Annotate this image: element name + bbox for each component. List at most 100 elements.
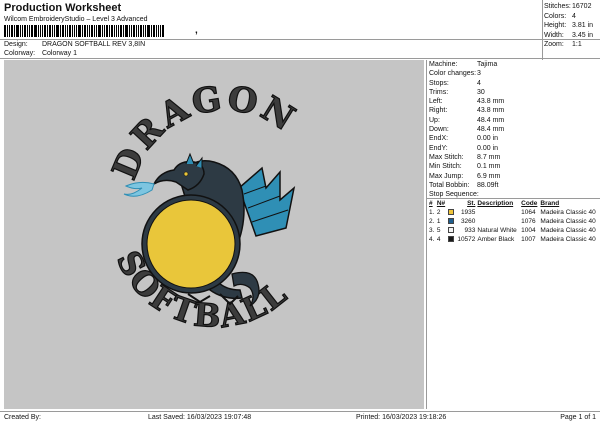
machine-label: Left: bbox=[429, 98, 443, 106]
thread-code: 1004 bbox=[521, 227, 536, 235]
needle-number: 2 bbox=[436, 209, 441, 217]
thread-brand: Madeira Classic 40 bbox=[540, 227, 596, 235]
thread-description bbox=[476, 217, 520, 226]
software-name: Wilcom EmbroideryStudio – Level 3 Advanc… bbox=[4, 16, 148, 23]
machine-label: Color changes: bbox=[429, 70, 477, 78]
stat-row: Height: 3.81 in bbox=[544, 21, 600, 31]
stop-sequence-title: Stop Sequence: bbox=[427, 190, 600, 200]
table-header-row: # N# St. Description Code Brand bbox=[428, 199, 600, 208]
colorway-label: Colorway: bbox=[4, 50, 36, 57]
needle-number: 4 bbox=[436, 236, 441, 244]
thread-description: Amber Black bbox=[477, 236, 515, 244]
thread-color-swatch bbox=[447, 218, 454, 225]
column-header bbox=[447, 199, 455, 208]
stop-index: 1. bbox=[429, 209, 435, 217]
stat-label: Colors: bbox=[544, 12, 567, 20]
stat-row: Width: 3.45 in bbox=[544, 31, 600, 41]
machine-row: Trims: 30 bbox=[427, 88, 600, 97]
stat-value: 16702 bbox=[572, 3, 592, 10]
thread-color-swatch bbox=[447, 236, 454, 243]
table-row: 3. 5 933 Natural White 1004 Madeira Classic 4… bbox=[428, 226, 600, 235]
stitch-count: 10572 bbox=[457, 236, 476, 244]
machine-value: 0.00 in bbox=[477, 135, 499, 143]
column-header: Code bbox=[521, 200, 538, 208]
stop-sequence-table: # N# St. Description Code Brand 1. 2 1935 1… bbox=[428, 199, 600, 244]
machine-value: 48.4 mm bbox=[477, 116, 505, 124]
thread-brand: Madeira Classic 40 bbox=[540, 218, 596, 226]
stat-value: 1:1 bbox=[572, 41, 582, 49]
machine-label: Trims: bbox=[429, 88, 449, 96]
machine-value: 43.8 mm bbox=[477, 107, 505, 115]
machine-value: 43.8 mm bbox=[477, 98, 505, 106]
divider bbox=[0, 39, 600, 40]
machine-label: Max Stitch: bbox=[429, 153, 464, 161]
thread-description: Natural White bbox=[477, 227, 517, 235]
stat-label: Width: bbox=[544, 31, 564, 39]
thread-color-swatch bbox=[447, 227, 454, 234]
stat-row: Zoom: 1:1 bbox=[544, 40, 600, 50]
machine-row: Machine: Tajima bbox=[427, 60, 600, 69]
machine-row: Stops: 4 bbox=[427, 79, 600, 88]
design-label: Design: bbox=[4, 41, 28, 48]
column-header: # bbox=[429, 200, 433, 208]
stat-label: Stitches: bbox=[544, 3, 571, 10]
design-stats: Stitches: 16702 Colors: 4 Height: 3.81 in W… bbox=[544, 2, 600, 50]
machine-row: Down: 48.4 mm bbox=[427, 125, 600, 134]
machine-row: EndY: 0.00 in bbox=[427, 144, 600, 153]
machine-row: EndX: 0.00 in bbox=[427, 134, 600, 143]
design-preview: DRAGON SOFTBALL bbox=[4, 60, 424, 409]
stitch-count: 3260 bbox=[460, 218, 476, 226]
column-header: Description bbox=[477, 200, 514, 208]
machine-row: Up: 48.4 mm bbox=[427, 116, 600, 125]
thread-description bbox=[476, 208, 520, 217]
table-row: 2. 1 3260 1076 Madeira Classic 40 bbox=[428, 217, 600, 226]
stat-row: Colors: 4 bbox=[544, 12, 600, 22]
machine-value: 0.1 mm bbox=[477, 163, 501, 171]
created-by: Created By: bbox=[4, 414, 41, 421]
color-swatch bbox=[447, 226, 455, 235]
stop-index: 3. bbox=[429, 227, 435, 235]
page-number: Page 1 of 1 bbox=[560, 414, 596, 421]
stat-label: Zoom: bbox=[544, 41, 564, 49]
page-title: Production Worksheet bbox=[4, 2, 122, 14]
machine-label: Total Bobbin: bbox=[429, 181, 470, 189]
divider bbox=[542, 0, 543, 60]
machine-row: Min Stitch: 0.1 mm bbox=[427, 162, 600, 171]
machine-label: Stops: bbox=[429, 79, 449, 87]
last-saved: Last Saved: 16/03/2023 19:07:48 bbox=[148, 414, 252, 421]
stitch-count: 1935 bbox=[460, 209, 476, 217]
machine-value: Tajima bbox=[477, 61, 498, 68]
machine-label: Max Jump: bbox=[429, 172, 464, 180]
table-row: 1. 2 1935 1064 Madeira Classic 40 bbox=[428, 208, 600, 217]
column-header: Brand bbox=[540, 200, 560, 208]
printed-date: Printed: 16/03/2023 19:18:26 bbox=[356, 414, 447, 421]
needle-number: 1 bbox=[436, 218, 441, 226]
color-swatch bbox=[447, 208, 455, 217]
softball bbox=[146, 199, 236, 289]
column-header: St. bbox=[467, 200, 476, 208]
design-info: Design: DRAGON SOFTBALL REV 3,8IN bbox=[4, 41, 145, 48]
color-swatch bbox=[447, 217, 455, 226]
machine-label: EndY: bbox=[429, 144, 448, 152]
machine-label: Machine: bbox=[429, 61, 458, 68]
stat-value: 3.45 in bbox=[572, 31, 594, 39]
machine-value: 8.7 mm bbox=[477, 153, 501, 161]
machine-label: EndX: bbox=[429, 135, 449, 143]
machine-value: 30 bbox=[477, 88, 485, 96]
table-row: 4. 4 10572 Amber Black 1007 Madeira Classic 4… bbox=[428, 235, 600, 244]
machine-row: Color changes: 3 bbox=[427, 69, 600, 78]
machine-label: Up: bbox=[429, 116, 440, 124]
divider bbox=[0, 58, 600, 59]
colorway-info: Colorway: Colorway 1 bbox=[4, 50, 77, 57]
machine-row: Max Stitch: 8.7 mm bbox=[427, 153, 600, 162]
color-swatch bbox=[447, 235, 455, 244]
worksheet-details: Machine: Tajima Color changes: 3 Stops: 4 Trim… bbox=[426, 60, 600, 409]
machine-value: 3 bbox=[477, 70, 481, 78]
footer: Created By: Last Saved: 16/03/2023 19:07… bbox=[0, 411, 600, 424]
machine-label: Right: bbox=[429, 107, 448, 115]
thread-code: 1076 bbox=[521, 218, 536, 226]
stat-value: 3.81 in bbox=[572, 22, 594, 30]
machine-value: 48.4 mm bbox=[477, 126, 505, 134]
stat-value: 4 bbox=[572, 12, 576, 20]
machine-value: 4 bbox=[477, 79, 481, 87]
